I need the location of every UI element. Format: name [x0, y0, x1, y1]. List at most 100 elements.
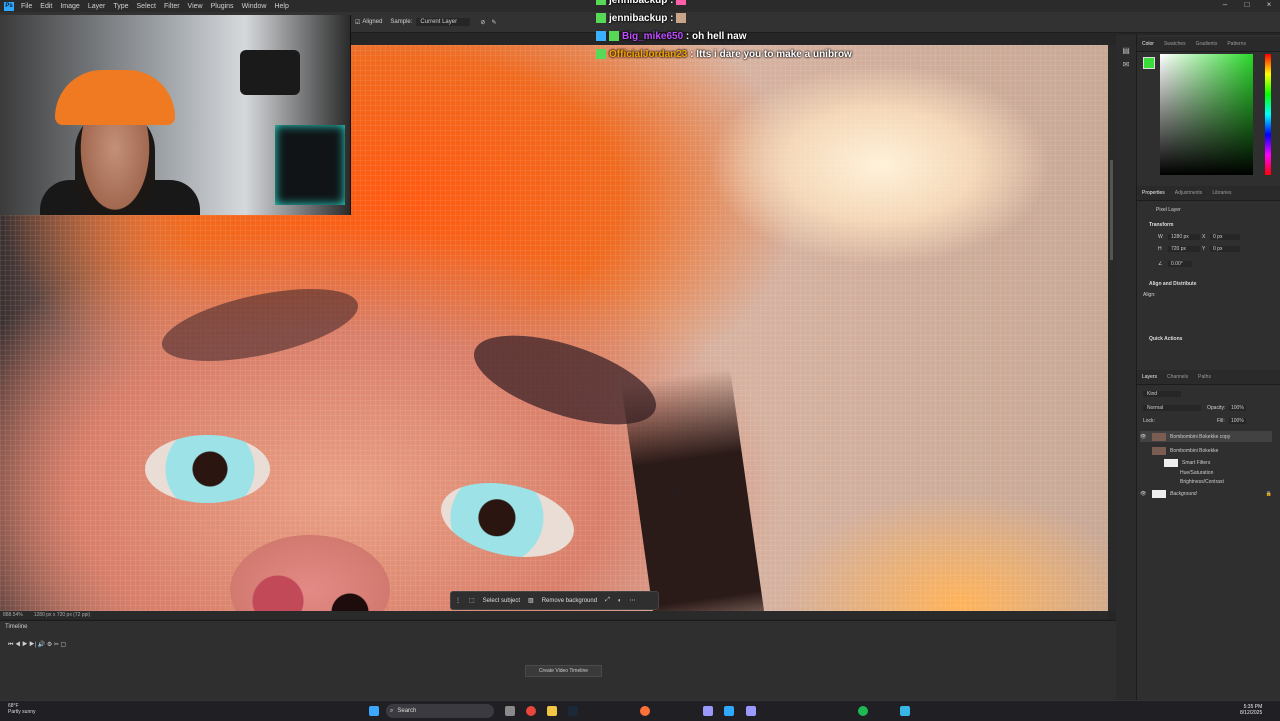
history-icon[interactable]: ▤	[1121, 47, 1131, 55]
lock-icon: 🔒	[1265, 490, 1272, 497]
close-icon[interactable]: ×	[1258, 0, 1280, 12]
menu-type[interactable]: Type	[109, 3, 132, 10]
app-icon[interactable]	[900, 706, 910, 716]
pressure-icon[interactable]: ✎	[491, 19, 496, 26]
chat-username: jennibackup	[609, 0, 668, 6]
webcam-person-cap	[55, 70, 175, 125]
tab-patterns[interactable]: Patterns	[1222, 41, 1251, 47]
opacity-field[interactable]: 100%	[1229, 405, 1246, 411]
firefox-icon[interactable]	[640, 706, 650, 716]
color-picker-field[interactable]	[1160, 54, 1253, 175]
align-heading[interactable]: Align and Distribute	[1149, 281, 1197, 287]
layer-name: Background	[1170, 490, 1197, 497]
menu-layer[interactable]: Layer	[84, 3, 110, 10]
transform-icon[interactable]: ⤢	[601, 597, 614, 604]
tab-properties[interactable]: Properties	[1137, 190, 1170, 196]
taskbar-search[interactable]: ⌕ Search	[386, 704, 494, 718]
angle-field[interactable]: 0.00°	[1168, 261, 1192, 267]
ignore-adjustment-icon[interactable]: ⊘	[480, 19, 485, 26]
menu-select[interactable]: Select	[133, 3, 160, 10]
quick-actions-heading[interactable]: Quick Actions	[1149, 336, 1182, 342]
chat-badge-icon	[596, 0, 606, 5]
menu-image[interactable]: Image	[56, 3, 83, 10]
angle-icon: ∠	[1158, 261, 1163, 267]
comments-icon[interactable]: ✉	[1121, 61, 1131, 69]
layer-row-selected[interactable]: 👁 Bombombini Bokekke copy	[1140, 431, 1272, 442]
y-field[interactable]: 0 px	[1210, 246, 1240, 252]
transform-heading[interactable]: Transform	[1149, 222, 1173, 228]
steam-icon[interactable]	[568, 706, 578, 716]
fill-field[interactable]: 100%	[1229, 418, 1246, 424]
color-foreground-swatch[interactable]	[1143, 57, 1155, 69]
select-subject-button[interactable]: Select subject	[479, 598, 524, 604]
menu-file[interactable]: File	[17, 3, 36, 10]
width-field[interactable]: 1280 px	[1168, 234, 1200, 240]
webcam-person-face	[75, 110, 155, 215]
windows-start-icon[interactable]	[369, 706, 379, 716]
properties-panel-tabs: Properties Adjustments Libraries	[1137, 186, 1280, 201]
chat-badge-icon	[596, 13, 606, 23]
menu-filter[interactable]: Filter	[160, 3, 184, 10]
tab-adjustments[interactable]: Adjustments	[1170, 190, 1208, 196]
chat-emote-icon	[676, 13, 687, 23]
menu-help[interactable]: Help	[270, 3, 292, 10]
visibility-eye-icon[interactable]: 👁	[1140, 434, 1148, 440]
layer-thumbnail	[1152, 489, 1166, 498]
blend-mode-select[interactable]: Normal	[1143, 405, 1201, 411]
layer-kind-filter[interactable]: Kind	[1143, 391, 1181, 397]
tab-color[interactable]: Color	[1137, 41, 1159, 47]
tab-paths[interactable]: Paths	[1193, 374, 1216, 380]
fill-label: Fill:	[1217, 418, 1225, 424]
spotify-icon[interactable]	[858, 706, 868, 716]
tab-libraries[interactable]: Libraries	[1207, 190, 1236, 196]
visibility-eye-icon[interactable]: 👁	[1140, 491, 1148, 497]
sample-select[interactable]: Current Layer	[416, 18, 471, 26]
drag-handle-icon[interactable]: ⋮	[451, 597, 465, 604]
zoom-level[interactable]: 888.54%	[0, 612, 26, 618]
layer-row[interactable]: Bombombini Bokekke	[1140, 445, 1272, 456]
minimize-icon[interactable]: –	[1214, 0, 1236, 12]
aligned-label: Aligned	[362, 19, 383, 25]
smart-filter-thumbnail	[1164, 458, 1178, 467]
photoshop-taskbar-icon[interactable]	[724, 706, 734, 716]
x-label: X	[1202, 234, 1206, 240]
x-field[interactable]: 0 px	[1210, 234, 1240, 240]
chat-message: jennibackup :	[596, 0, 916, 9]
menu-view[interactable]: View	[184, 3, 207, 10]
tab-channels[interactable]: Channels	[1162, 374, 1193, 380]
height-field[interactable]: 720 px	[1168, 246, 1200, 252]
layer-row[interactable]: 👁 Background 🔒	[1140, 488, 1272, 499]
tab-swatches[interactable]: Swatches	[1159, 41, 1191, 47]
canvas-eye-left	[145, 435, 270, 503]
chrome-icon[interactable]	[526, 706, 536, 716]
weather-widget[interactable]: 68°F Partly sunny	[8, 703, 36, 715]
tab-gradients[interactable]: Gradients	[1191, 41, 1223, 47]
mask-icon[interactable]: ◐	[614, 598, 626, 604]
layer-row[interactable]: Brightness/Contrast	[1140, 476, 1272, 487]
aligned-checkbox[interactable]: ☑	[355, 19, 360, 26]
menu-window[interactable]: Window	[238, 3, 271, 10]
more-options-icon[interactable]: ⋯	[626, 597, 640, 604]
premiere-icon[interactable]	[746, 706, 756, 716]
playback-controls-icon[interactable]: ⏮ ◀ ▶ ▶| 🔊 ⚙ ✂ ▢	[8, 641, 66, 649]
chat-text: Itts i dare you to make a unibrow	[696, 48, 852, 60]
hue-slider[interactable]	[1265, 54, 1271, 175]
chat-message: OfficialJordan23 : Itts i dare you to ma…	[596, 45, 916, 63]
remove-background-button[interactable]: Remove background	[538, 598, 601, 604]
layer-thumbnail	[1152, 432, 1166, 441]
canvas-nose	[230, 535, 390, 611]
layer-name: Bombombini Bokekke copy	[1170, 433, 1231, 440]
maximize-icon[interactable]: □	[1236, 0, 1258, 12]
menu-plugins[interactable]: Plugins	[207, 3, 238, 10]
after-effects-icon[interactable]	[703, 706, 713, 716]
canvas-vertical-scrollbar[interactable]	[1108, 45, 1116, 611]
menu-edit[interactable]: Edit	[36, 3, 56, 10]
timeline-panel: Timeline ⏮ ◀ ▶ ▶| 🔊 ⚙ ✂ ▢ Create Video T…	[0, 620, 1116, 701]
scrollbar-thumb[interactable]	[1110, 160, 1113, 260]
create-video-timeline-button[interactable]: Create Video Timeline	[525, 665, 602, 677]
file-explorer-icon[interactable]	[547, 706, 557, 716]
tab-layers[interactable]: Layers	[1137, 374, 1162, 380]
taskbar-clock[interactable]: 5:35 PM 8/12/2025	[1240, 704, 1262, 716]
w-label: W	[1158, 234, 1163, 240]
task-view-icon[interactable]	[505, 706, 515, 716]
